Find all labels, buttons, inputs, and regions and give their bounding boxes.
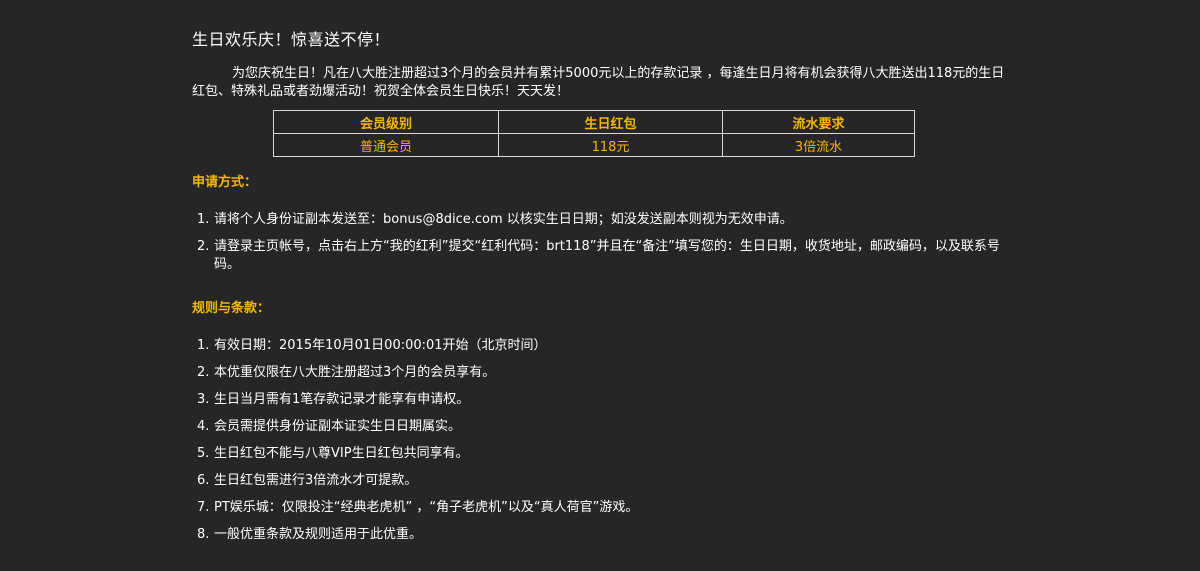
table-header-row: 会员级别 生日红包 流水要求 — [273, 110, 915, 134]
list-item: 2. 本优重仅限在八大胜注册超过3个月的会员享有。 — [197, 364, 1007, 382]
list-item: 7. PT娱乐城：仅限投注“经典老虎机” ，“角子老虎机”以及“真人荷官”游戏。 — [197, 499, 1007, 517]
list-item: 3. 生日当月需有1笔存款记录才能享有申请权。 — [197, 391, 1007, 409]
list-item-number: 4. — [197, 419, 210, 434]
table-row: 普通会员 118元 3倍流水 — [273, 133, 915, 157]
list-item-text: PT娱乐城：仅限投注“经典老虎机” ，“角子老虎机”以及“真人荷官”游戏。 — [214, 500, 639, 515]
list-item: 4. 会员需提供身份证副本证实生日日期属实。 — [197, 418, 1007, 436]
apply-heading: 申请方式： — [192, 175, 258, 190]
apply-list: 1. 请将个人身份证副本发送至：bonus@8dice.com 以核实生日日期；… — [197, 211, 1007, 274]
table-cell-bonus: 118元 — [498, 133, 723, 157]
table-cell-level: 普通会员 — [273, 133, 499, 157]
list-item-text: 请将个人身份证副本发送至：bonus@8dice.com 以核实生日日期；如没发… — [214, 212, 793, 227]
list-item: 6. 生日红包需进行3倍流水才可提款。 — [197, 472, 1007, 490]
intro-paragraph: 为您庆祝生日！凡在八大胜注册超过3个月的会员并有累计5000元以上的存款记录 ，… — [192, 66, 1005, 99]
page-title: 生日欢乐庆！惊喜送不停！ — [192, 30, 391, 49]
list-item-text: 一般优重条款及规则适用于此优重。 — [214, 527, 423, 542]
list-item: 5. 生日红包不能与八尊VIP生日红包共同享有。 — [197, 445, 1007, 463]
list-item-number: 7. — [197, 500, 210, 515]
table-header-turnover: 流水要求 — [722, 110, 915, 134]
list-item: 1. 有效日期：2015年10月01日00:00:01开始（北京时间） — [197, 337, 1007, 355]
list-item-text: 有效日期：2015年10月01日00:00:01开始（北京时间） — [214, 338, 547, 353]
list-item: 8. 一般优重条款及规则适用于此优重。 — [197, 526, 1007, 544]
rules-heading: 规则与条款： — [192, 301, 271, 316]
list-item-text: 本优重仅限在八大胜注册超过3个月的会员享有。 — [214, 365, 496, 380]
list-item-number: 2. — [197, 365, 210, 380]
table-header-level: 会员级别 — [273, 110, 499, 134]
table-cell-turnover: 3倍流水 — [722, 133, 915, 157]
list-item-number: 1. — [197, 212, 210, 227]
list-item-text: 生日当月需有1笔存款记录才能享有申请权。 — [214, 392, 470, 407]
member-level-table: 会员级别 生日红包 流水要求 普通会员 118元 3倍流水 — [273, 110, 915, 157]
list-item-number: 5. — [197, 446, 210, 461]
list-item-number: 2. — [197, 239, 210, 254]
list-item-text: 生日红包不能与八尊VIP生日红包共同享有。 — [214, 446, 469, 461]
table-header-bonus: 生日红包 — [498, 110, 723, 134]
list-item-text: 生日红包需进行3倍流水才可提款。 — [214, 473, 418, 488]
list-item-text: 请登录主页帐号，点击右上方“我的红利”提交“红利代码：brt118”并且在“备注… — [214, 239, 1000, 272]
list-item-number: 6. — [197, 473, 210, 488]
list-item: 1. 请将个人身份证副本发送至：bonus@8dice.com 以核实生日日期；… — [197, 211, 1007, 229]
levels-table: 会员级别 生日红包 流水要求 普通会员 118元 3倍流水 — [273, 110, 915, 157]
list-item-number: 8. — [197, 527, 210, 542]
list-item-number: 3. — [197, 392, 210, 407]
rules-list: 1. 有效日期：2015年10月01日00:00:01开始（北京时间） 2. 本… — [197, 337, 1007, 544]
list-item-text: 会员需提供身份证副本证实生日日期属实。 — [214, 419, 462, 434]
list-item-number: 1. — [197, 338, 210, 353]
list-item: 2. 请登录主页帐号，点击右上方“我的红利”提交“红利代码：brt118”并且在… — [197, 238, 1007, 274]
